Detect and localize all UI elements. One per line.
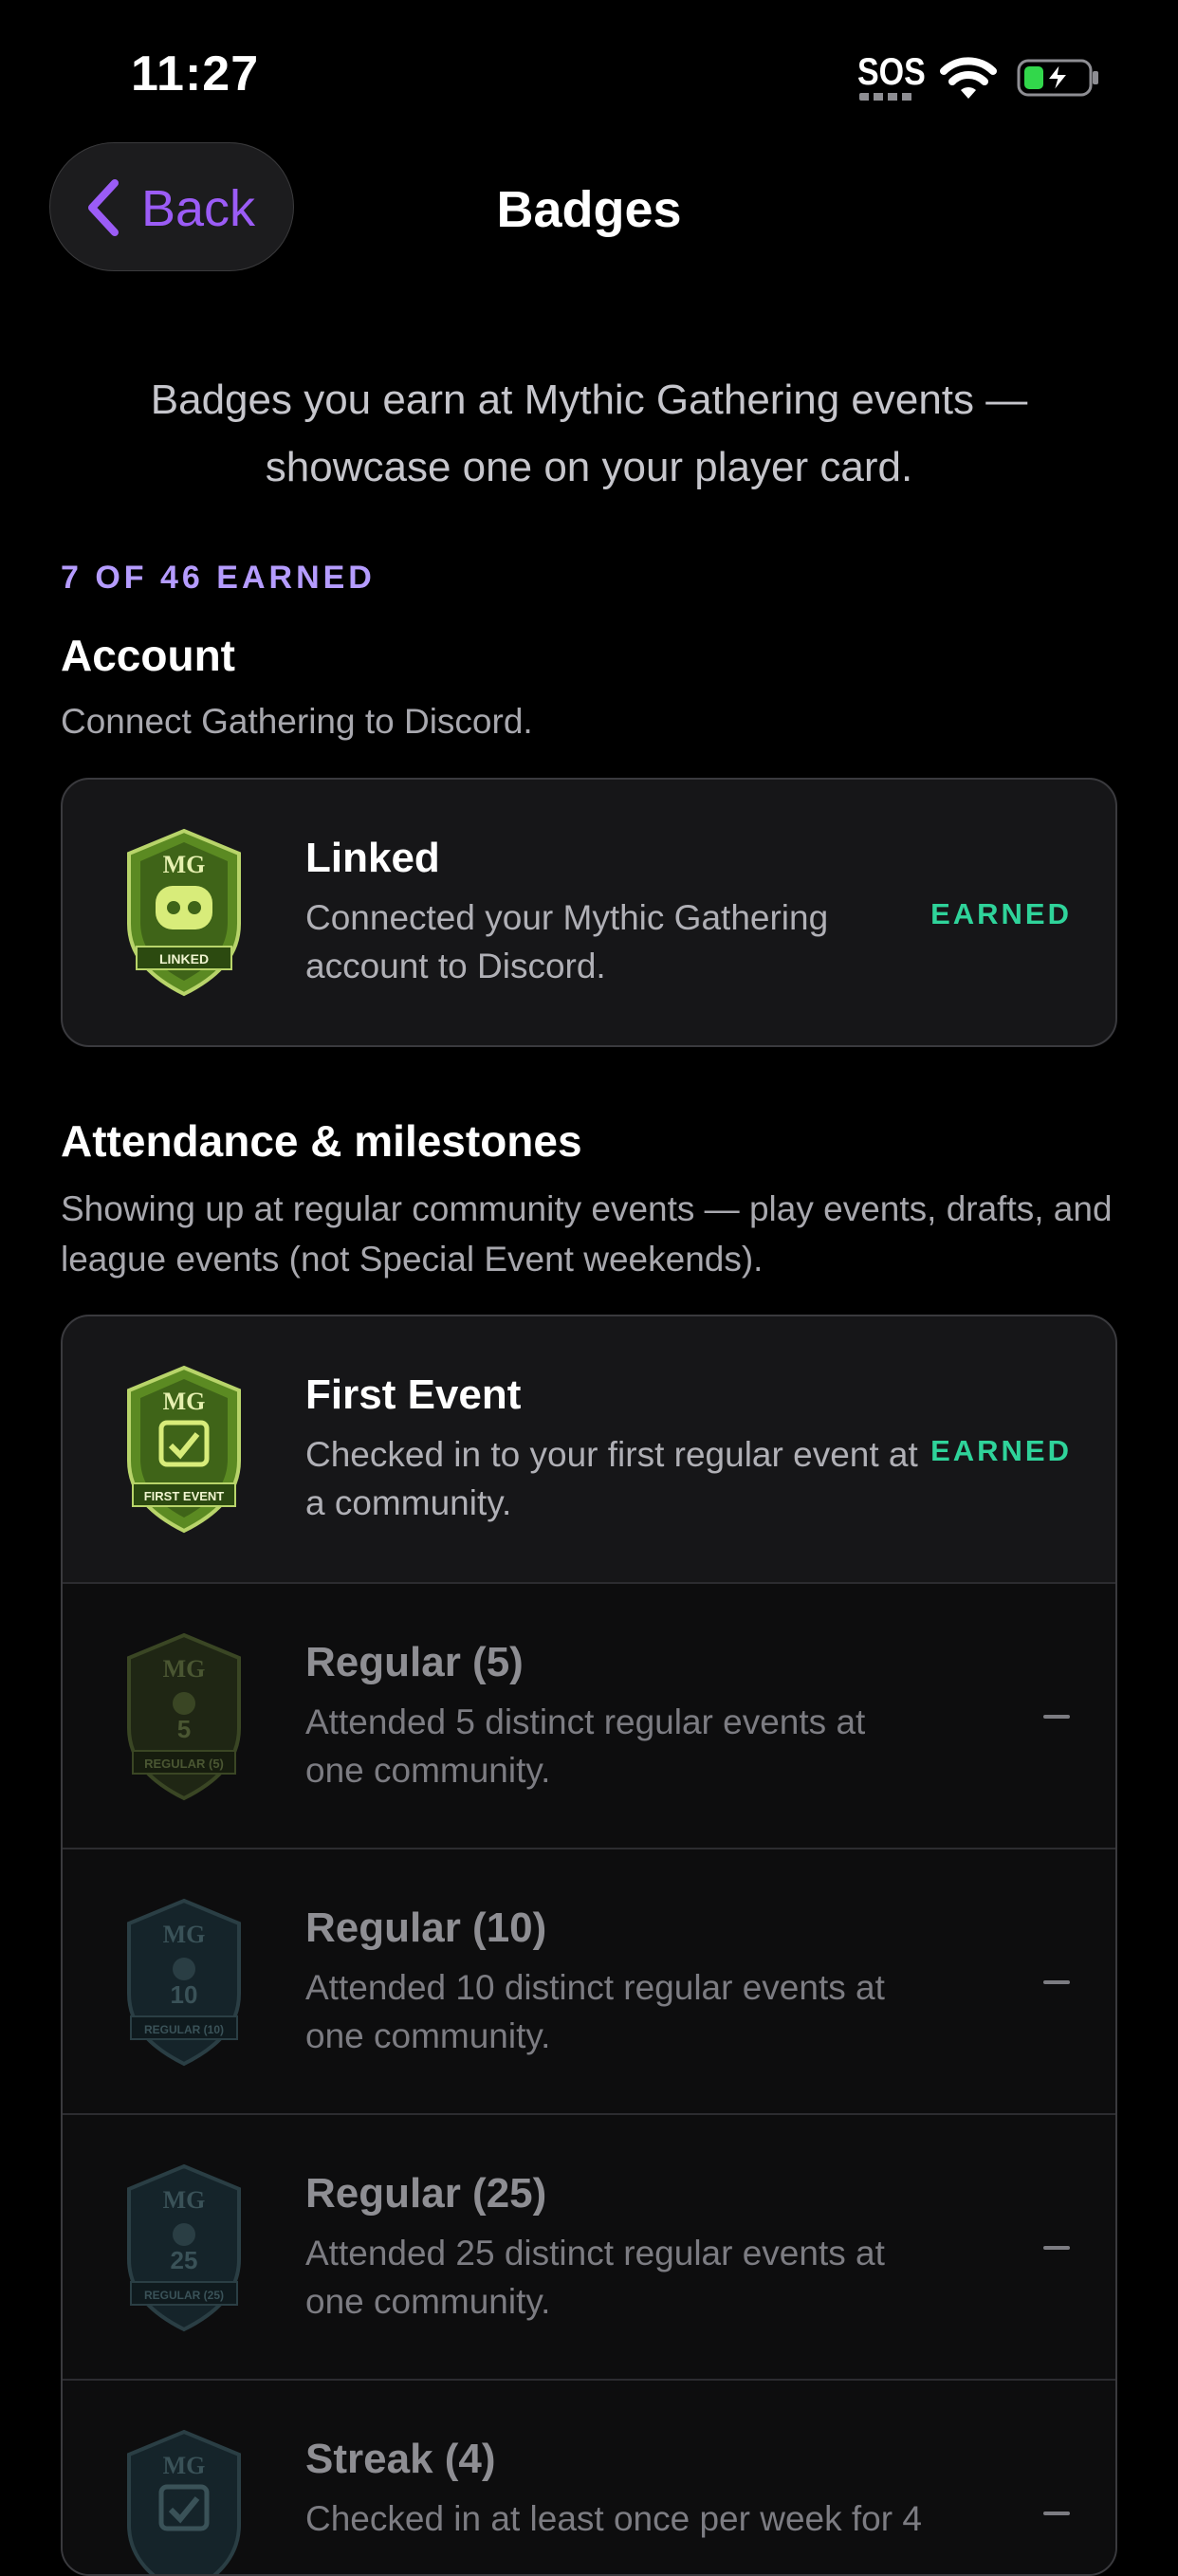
badge-description: Attended 5 distinct regular events at on… [305, 1702, 866, 1790]
badge-row-regular-10[interactable]: MG 10 REGULAR (10) Regular (10) Attended… [63, 1848, 1115, 2113]
sos-indicator: SOS [857, 51, 926, 93]
badge-title: Regular (10) [305, 1904, 547, 1951]
badge-ribbon-text: REGULAR (5) [144, 1757, 224, 1771]
badge-title: Linked [305, 835, 440, 881]
badge-number-text: 5 [177, 1715, 191, 1743]
streak-4-badge-icon: MG [127, 2429, 241, 2574]
badge-description: Connected your Mythic Gathering account … [305, 898, 829, 985]
page-title: Badges [496, 181, 682, 238]
first-event-badge-icon: MG FIRST EVENT [127, 1365, 241, 1534]
linked-badge-icon: MG LINKED [127, 828, 241, 997]
badge-description: Attended 25 distinct regular events at o… [305, 2234, 885, 2321]
badge-row-regular-5[interactable]: MG 5 REGULAR (5) Regular (5) Attended 5 … [63, 1582, 1115, 1848]
badge-row-regular-25[interactable]: MG 25 REGULAR (25) Regular (25) Attended… [63, 2113, 1115, 2379]
signal-dots-icon [859, 93, 912, 101]
not-earned-dash [1043, 2512, 1070, 2515]
badge-row-linked[interactable]: MG LINKED Linked Connected your Mythic G… [63, 780, 1115, 1045]
intro-text: Badges you earn at Mythic Gathering even… [150, 377, 1028, 490]
badge-title: Regular (5) [305, 1639, 524, 1685]
earned-summary: 7 OF 46 EARNED [61, 560, 376, 596]
badge-description: Attended 10 distinct regular events at o… [305, 1968, 885, 2055]
section-desc-attendance: Showing up at regular community events —… [61, 1189, 1113, 1279]
badge-logo-text: MG [163, 1388, 206, 1415]
badge-logo-text: MG [163, 1655, 206, 1683]
badge-number-text: 10 [171, 1980, 198, 2009]
badge-description: Checked in at least once per week for 4 [305, 2499, 922, 2538]
not-earned-dash [1043, 2246, 1070, 2250]
battery-charging-icon [1017, 59, 1098, 97]
badge-title: Regular (25) [305, 2170, 547, 2217]
badge-logo-text: MG [163, 2186, 206, 2214]
wifi-icon [940, 57, 997, 99]
badge-logo-text: MG [163, 1921, 206, 1948]
badge-title: Streak (4) [305, 2436, 496, 2482]
not-earned-dash [1043, 1715, 1070, 1719]
badge-title: First Event [305, 1371, 522, 1418]
badge-description: Checked in to your first regular event a… [305, 1435, 918, 1522]
account-badges-card: MG LINKED Linked Connected your Mythic G… [61, 778, 1117, 1047]
attendance-badges-card: MG FIRST EVENT First Event Checked in to… [61, 1315, 1117, 2576]
section-title-attendance: Attendance & milestones [61, 1116, 582, 1166]
badge-logo-text: MG [163, 851, 206, 878]
badge-row-streak-4[interactable]: MG Streak (4) Checked in at least once p… [63, 2379, 1115, 2574]
badge-ribbon-text: FIRST EVENT [144, 1489, 225, 1503]
section-title-account: Account [61, 631, 235, 680]
badge-ribbon-text: REGULAR (25) [144, 2289, 224, 2302]
regular-5-badge-icon: MG 5 REGULAR (5) [127, 1632, 241, 1801]
status-time: 11:27 [131, 46, 260, 101]
earned-status: EARNED [930, 1434, 1072, 1467]
badge-row-first-event[interactable]: MG FIRST EVENT First Event Checked in to… [63, 1316, 1115, 1582]
not-earned-dash [1043, 1980, 1070, 1984]
regular-25-badge-icon: MG 25 REGULAR (25) [127, 2163, 241, 2332]
earned-status: EARNED [930, 897, 1072, 930]
badge-logo-text: MG [163, 2452, 206, 2479]
regular-10-badge-icon: MG 10 REGULAR (10) [127, 1898, 241, 2067]
badge-ribbon-text: REGULAR (10) [144, 2023, 224, 2036]
section-desc-account: Connect Gathering to Discord. [61, 702, 533, 741]
badge-number-text: 25 [171, 2246, 198, 2274]
badge-ribbon-text: LINKED [159, 951, 209, 966]
